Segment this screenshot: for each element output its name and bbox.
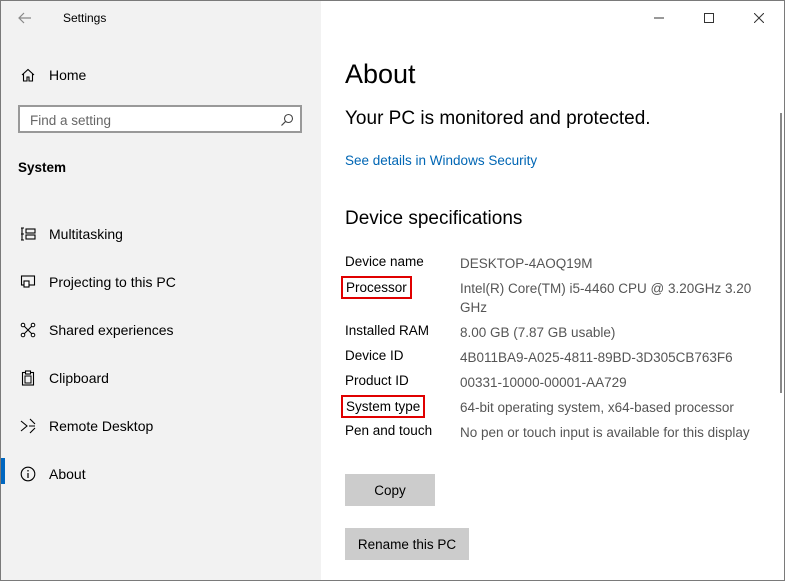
back-arrow-icon (18, 12, 31, 24)
windows-security-link[interactable]: See details in Windows Security (345, 153, 537, 168)
clipboard-icon (19, 369, 37, 387)
shared-experiences-icon (19, 321, 37, 339)
spec-value: DESKTOP-4AOQ19M (460, 256, 593, 271)
sidebar-item-about[interactable]: About (1, 450, 321, 498)
section-title: System (18, 160, 67, 175)
spec-value: No pen or touch input is available for t… (460, 425, 750, 440)
spec-label: Device name (345, 254, 424, 269)
nav-home-label: Home (49, 67, 87, 83)
window-controls (634, 1, 784, 35)
back-button[interactable] (9, 5, 41, 31)
sidebar-item-multitasking[interactable]: Multitasking (1, 210, 321, 258)
spec-value: 00331-10000-00001-AA729 (460, 375, 627, 390)
navigation-pane: Settings Home Find a setting System Mult… (1, 1, 321, 580)
spec-value: 64-bit operating system, x64-based proce… (460, 400, 734, 415)
page-title: About (345, 59, 416, 89)
app-title: Settings (63, 11, 107, 25)
sidebar-item-remote-desktop[interactable]: Remote Desktop (1, 402, 321, 450)
spec-label: Installed RAM (345, 323, 430, 338)
spec-value: Intel(R) Core(TM) i5-4460 CPU @ 3.20GHz … (460, 281, 752, 315)
spec-value: 4B011BA9-A025-4811-89BD-3D305CB763F6 (460, 350, 733, 365)
spec-value: 8.00 GB (7.87 GB usable) (460, 325, 616, 340)
projecting-icon (19, 273, 37, 291)
minimize-button[interactable] (634, 1, 684, 35)
sidebar-item-shared-experiences[interactable]: Shared experiences (1, 306, 321, 354)
sidebar-item-clipboard[interactable]: Clipboard (1, 354, 321, 402)
rename-pc-button[interactable]: Rename this PC (345, 528, 469, 560)
multitasking-icon (19, 225, 37, 243)
home-icon (19, 66, 37, 84)
content-pane: About Your PC is monitored and protected… (321, 1, 784, 580)
spec-label-highlighted: Processor (341, 276, 412, 299)
close-icon (754, 13, 764, 23)
sidebar-item-label: Remote Desktop (49, 418, 154, 434)
maximize-button[interactable] (684, 1, 734, 35)
maximize-icon (704, 13, 714, 23)
spec-label-highlighted: System type (341, 395, 426, 418)
specs-heading: Device specifications (345, 208, 523, 229)
sidebar-item-label: Shared experiences (49, 322, 174, 338)
search-icon (281, 113, 294, 126)
protection-status: Your PC is monitored and protected. (345, 108, 651, 129)
info-icon (19, 465, 37, 483)
settings-window: Settings Home Find a setting System Mult… (0, 0, 785, 581)
sidebar-item-projecting[interactable]: Projecting to this PC (1, 258, 321, 306)
copy-button[interactable]: Copy (345, 474, 435, 506)
sidebar-item-label: Multitasking (49, 226, 123, 242)
remote-desktop-icon (19, 417, 37, 435)
nav-home[interactable]: Home (1, 59, 321, 91)
spec-label: Product ID (345, 373, 409, 388)
close-button[interactable] (734, 1, 784, 35)
sidebar-item-label: Projecting to this PC (49, 274, 176, 290)
spec-label: Device ID (345, 348, 404, 363)
search-placeholder: Find a setting (30, 113, 112, 128)
scrollbar[interactable] (780, 113, 782, 393)
spec-label: Pen and touch (345, 423, 433, 438)
sidebar-item-label: About (49, 466, 86, 482)
sidebar-item-label: Clipboard (49, 370, 109, 386)
nav-list: Multitasking Projecting to this PC Share… (1, 210, 321, 498)
minimize-icon (654, 17, 664, 19)
search-input[interactable]: Find a setting (18, 105, 302, 133)
